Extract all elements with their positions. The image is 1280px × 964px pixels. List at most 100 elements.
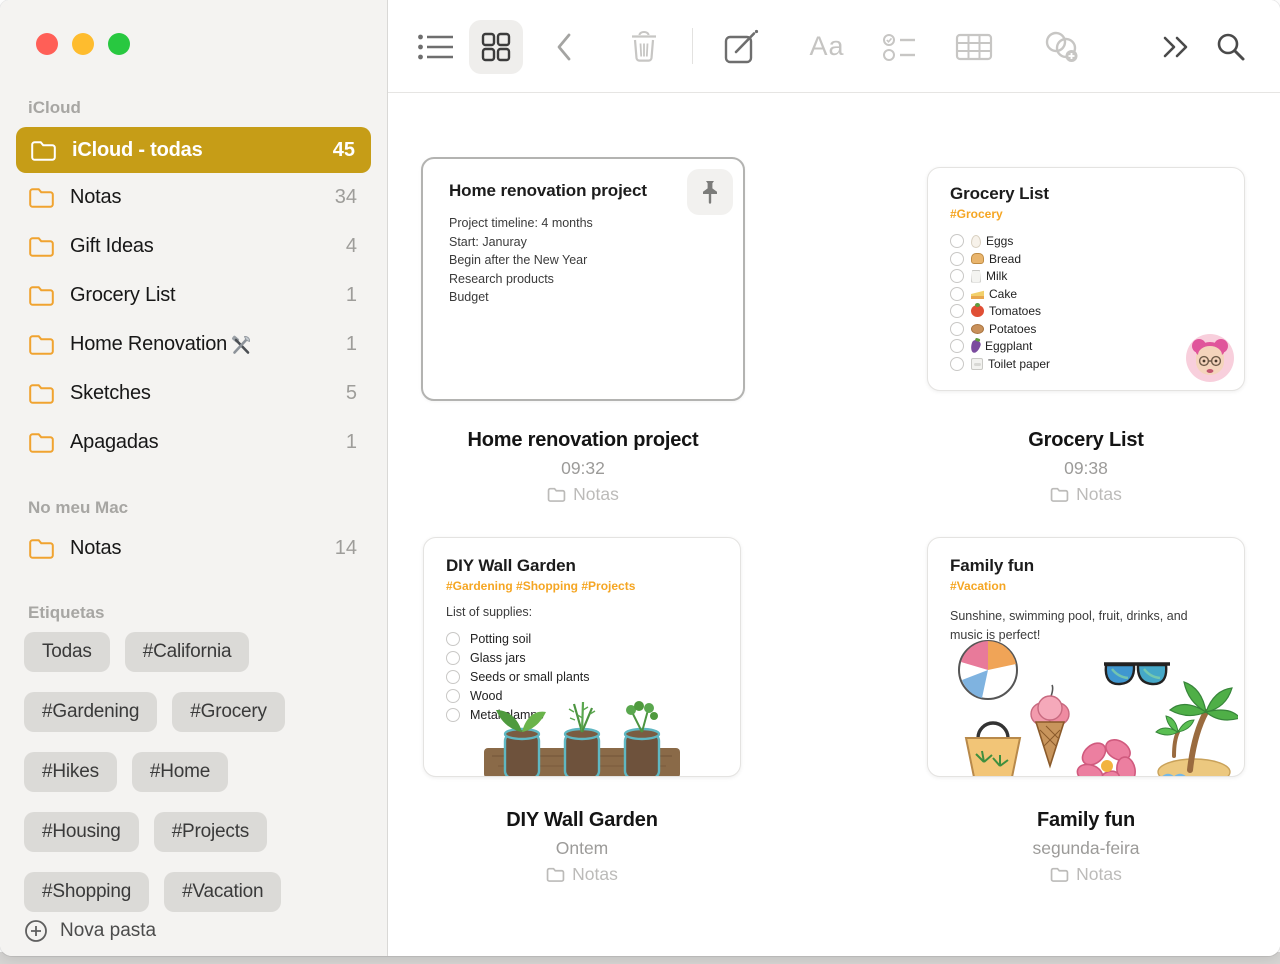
caption-date: Ontem — [423, 838, 741, 859]
caption-title: Grocery List — [927, 429, 1245, 452]
close-button[interactable] — [36, 33, 58, 55]
checkbox — [950, 322, 964, 336]
tag-pill-vacation[interactable]: #Vacation — [164, 872, 281, 912]
note-caption-family-fun[interactable]: Family fun segunda-feira Notas — [927, 809, 1245, 885]
sidebar-item-gift-ideas[interactable]: Gift Ideas 4 — [0, 222, 387, 271]
caption-folder: Notas — [423, 864, 741, 885]
note-count-badge: 34 — [335, 186, 357, 209]
checkbox — [950, 234, 964, 248]
pushpin-icon — [699, 180, 721, 204]
zoom-button[interactable] — [108, 33, 130, 55]
checkbox — [446, 651, 460, 665]
note-count-badge: 1 — [346, 284, 357, 307]
note-caption-diy-wall-garden[interactable]: DIY Wall Garden Ontem Notas — [423, 809, 741, 885]
tags-list: Todas #California #Gardening #Grocery #H… — [24, 632, 387, 912]
note-card-diy-wall-garden[interactable]: DIY Wall Garden #Gardening #Shopping #Pr… — [423, 537, 741, 777]
tag-pill-shopping[interactable]: #Shopping — [24, 872, 149, 912]
note-body: List of supplies: — [446, 605, 718, 619]
note-count-badge: 45 — [333, 139, 355, 162]
new-folder-button[interactable]: Nova pasta — [24, 919, 156, 943]
folder-icon — [28, 285, 55, 306]
note-title: Home renovation project — [449, 181, 717, 201]
minimize-button[interactable] — [72, 33, 94, 55]
back-icon — [554, 31, 574, 63]
section-header-tags: Etiquetas — [28, 603, 387, 623]
note-card-family-fun[interactable]: Family fun #Vacation Sunshine, swimming … — [927, 537, 1245, 777]
plus-circle-icon — [24, 919, 48, 943]
tag-pill-grocery[interactable]: #Grocery — [172, 692, 285, 732]
sidebar-item-home-renovation[interactable]: Home Renovation 1 — [0, 320, 387, 369]
format-button[interactable]: Aa — [809, 0, 844, 93]
add-link-button[interactable] — [1042, 0, 1082, 93]
sidebar-item-notas-mac[interactable]: Notas 14 — [0, 524, 387, 573]
caption-title: Family fun — [927, 809, 1245, 832]
toolbar: Aa — [388, 0, 1280, 93]
note-title: DIY Wall Garden — [446, 556, 718, 576]
sidebar-item-label: iCloud - todas — [72, 139, 203, 162]
tag-pill-housing[interactable]: #Housing — [24, 812, 139, 852]
egg-icon — [971, 235, 981, 248]
note-title: Grocery List — [950, 184, 1222, 204]
sidebar-item-apagadas[interactable]: Apagadas 1 — [0, 418, 387, 467]
trash-icon — [629, 30, 659, 64]
checkbox — [950, 357, 964, 371]
folder-icon — [28, 432, 55, 453]
folder-icon — [1050, 487, 1069, 502]
pin-badge — [687, 169, 733, 215]
caption-date: segunda-feira — [927, 838, 1245, 859]
folder-icon — [547, 487, 566, 502]
tag-pill-home[interactable]: #Home — [132, 752, 228, 792]
vacation-stickers-image — [942, 634, 1238, 777]
trash-button[interactable] — [629, 0, 659, 93]
sidebar-item-label: Notas — [70, 186, 121, 209]
table-button[interactable] — [955, 0, 993, 93]
hammer-and-wrench-icon — [230, 334, 252, 356]
tag-pill-gardening[interactable]: #Gardening — [24, 692, 157, 732]
note-caption-grocery-list[interactable]: Grocery List 09:38 Notas — [927, 429, 1245, 505]
list-view-button[interactable] — [417, 0, 455, 93]
eggplant-icon — [969, 338, 982, 353]
notes-window: iCloud iCloud - todas 45 Notas 34 Gift I… — [0, 0, 1280, 956]
search-button[interactable] — [1215, 0, 1247, 93]
milk-icon — [971, 270, 981, 283]
sidebar-item-label: Grocery List — [70, 284, 175, 307]
checkbox — [446, 670, 460, 684]
checkbox — [446, 632, 460, 646]
tag-pill-california[interactable]: #California — [125, 632, 250, 672]
back-button[interactable] — [554, 0, 574, 93]
checklist-button[interactable] — [882, 0, 918, 93]
note-card-home-renovation[interactable]: Home renovation project Project timeline… — [421, 157, 745, 401]
sidebar-item-grocery-list[interactable]: Grocery List 1 — [0, 271, 387, 320]
folder-icon — [1050, 867, 1069, 882]
tag-pill-projects[interactable]: #Projects — [154, 812, 267, 852]
format-icon: Aa — [809, 31, 844, 62]
sidebar: iCloud iCloud - todas 45 Notas 34 Gift I… — [0, 0, 388, 956]
gallery-view-icon — [481, 32, 511, 62]
compose-icon — [723, 29, 761, 65]
more-icon — [1161, 34, 1191, 60]
list-view-icon — [417, 32, 455, 62]
gallery-view-active-background — [469, 20, 523, 74]
folder-icon — [28, 334, 55, 355]
compose-button[interactable] — [723, 0, 761, 93]
caption-date: 09:32 — [421, 458, 745, 479]
note-checklist: Eggs Bread Milk Cake Tomatoes Potatoes E… — [950, 234, 1222, 371]
note-tags: #Vacation — [950, 579, 1222, 593]
tag-pill-hikes[interactable]: #Hikes — [24, 752, 117, 792]
sidebar-item-label: Gift Ideas — [70, 235, 154, 258]
note-tags: #Gardening #Shopping #Projects — [446, 579, 718, 593]
folder-icon — [30, 140, 57, 161]
folder-icon — [28, 383, 55, 404]
sidebar-item-sketches[interactable]: Sketches 5 — [0, 369, 387, 418]
notes-gallery: Home renovation project Project timeline… — [388, 93, 1280, 954]
folder-icon — [28, 236, 55, 257]
sidebar-item-icloud-todas[interactable]: iCloud - todas 45 — [16, 127, 371, 173]
more-toolbar-items-button[interactable] — [1161, 0, 1191, 93]
gallery-view-button[interactable] — [469, 0, 523, 93]
sidebar-item-notas[interactable]: Notas 34 — [0, 173, 387, 222]
wall-garden-image — [482, 700, 682, 777]
table-icon — [955, 32, 993, 62]
note-caption-home-renovation[interactable]: Home renovation project 09:32 Notas — [421, 429, 745, 505]
note-card-grocery-list[interactable]: Grocery List #Grocery Eggs Bread Milk Ca… — [927, 167, 1245, 391]
tag-pill-todas[interactable]: Todas — [24, 632, 110, 672]
